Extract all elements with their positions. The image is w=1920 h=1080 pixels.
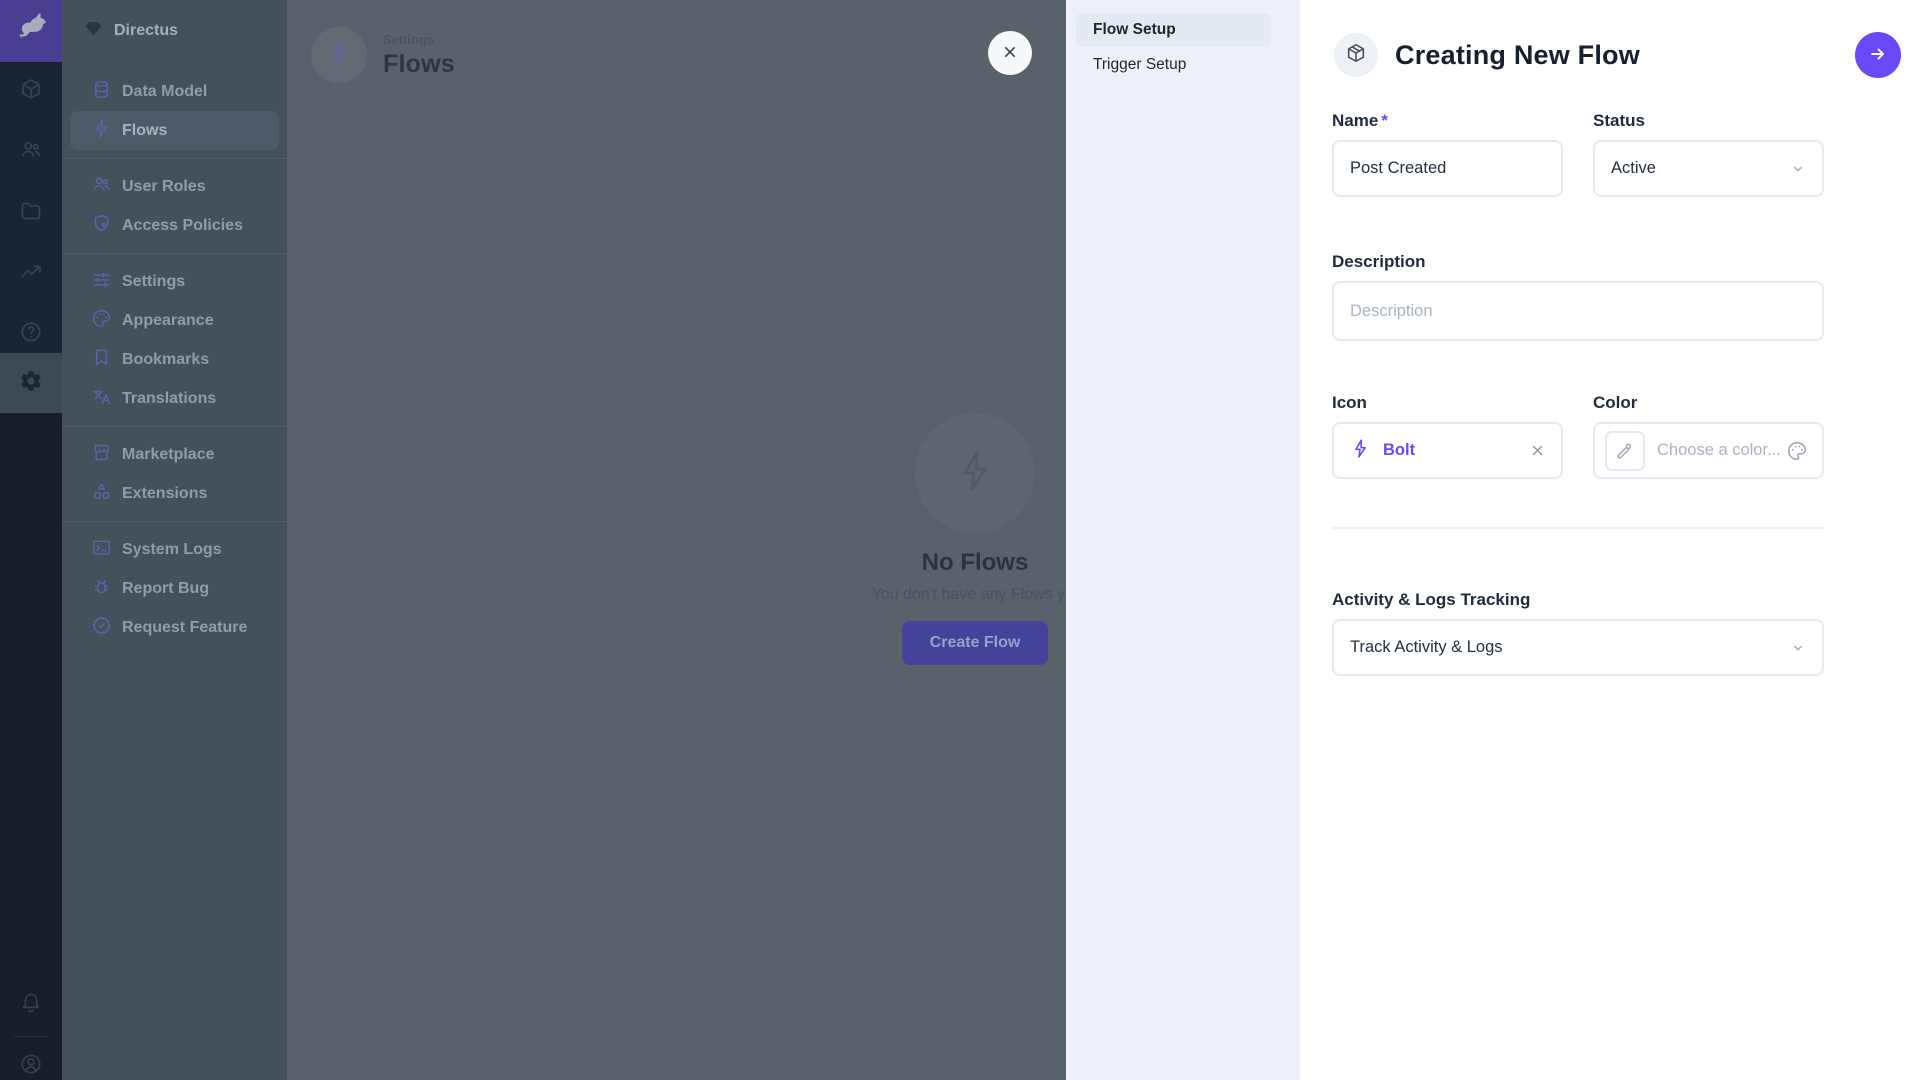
tracking-select[interactable]: Track Activity & Logs [1332, 619, 1824, 676]
drawer-icon-badge [1334, 33, 1378, 77]
status-select[interactable]: Active [1593, 140, 1824, 197]
field-tracking-label: Activity & Logs Tracking [1332, 590, 1824, 610]
drawer-nav-flow-setup[interactable]: Flow Setup [1076, 13, 1271, 47]
drawer-next-button[interactable] [1855, 32, 1901, 78]
drawer-overlay[interactable] [0, 0, 1066, 1080]
field-color-label: Color [1593, 393, 1824, 413]
bolt-icon [1350, 438, 1371, 464]
field-icon: Icon Bolt [1332, 393, 1563, 479]
arrow-right-icon [1867, 43, 1889, 68]
drawer-title: Creating New Flow [1395, 40, 1640, 71]
name-input[interactable] [1332, 140, 1563, 197]
drawer-close-button[interactable] [988, 31, 1032, 75]
clear-icon-button[interactable] [1528, 441, 1547, 460]
field-name: Name* [1332, 111, 1563, 197]
directus-app: Directus Data Model Flows User Roles [0, 0, 1920, 1080]
drawer-header: Creating New Flow [1334, 33, 1640, 77]
icon-select[interactable]: Bolt [1332, 422, 1563, 479]
chevron-down-icon [1788, 159, 1808, 179]
field-icon-label: Icon [1332, 393, 1563, 413]
close-icon [1000, 42, 1020, 65]
required-marker: * [1381, 111, 1388, 130]
field-description: Description Description [1332, 252, 1824, 341]
field-status-label: Status [1593, 111, 1824, 131]
field-tracking: Activity & Logs Tracking Track Activity … [1332, 590, 1824, 676]
drawer-section-nav: Flow Setup Trigger Setup [1066, 0, 1300, 1080]
description-input[interactable]: Description [1332, 281, 1824, 341]
chevron-down-icon [1788, 638, 1808, 658]
field-color: Color Choose a color... [1593, 393, 1824, 479]
description-placeholder: Description [1350, 302, 1433, 321]
section-divider [1332, 527, 1824, 529]
tracking-value: Track Activity & Logs [1350, 638, 1788, 657]
field-description-label: Description [1332, 252, 1824, 272]
field-status: Status Active [1593, 111, 1824, 197]
box-icon [1345, 42, 1367, 69]
icon-value: Bolt [1350, 438, 1528, 464]
color-placeholder: Choose a color... [1657, 441, 1786, 460]
creating-new-flow-drawer: Creating New Flow Name* Status Active De… [1300, 0, 1920, 1080]
icon-value-label: Bolt [1383, 441, 1415, 460]
drawer-nav-trigger-setup[interactable]: Trigger Setup [1076, 48, 1271, 82]
status-value: Active [1611, 159, 1788, 178]
color-input[interactable]: Choose a color... [1593, 422, 1824, 479]
palette-icon[interactable] [1786, 440, 1808, 462]
field-name-label: Name* [1332, 111, 1563, 131]
eyedropper-button[interactable] [1605, 431, 1645, 471]
